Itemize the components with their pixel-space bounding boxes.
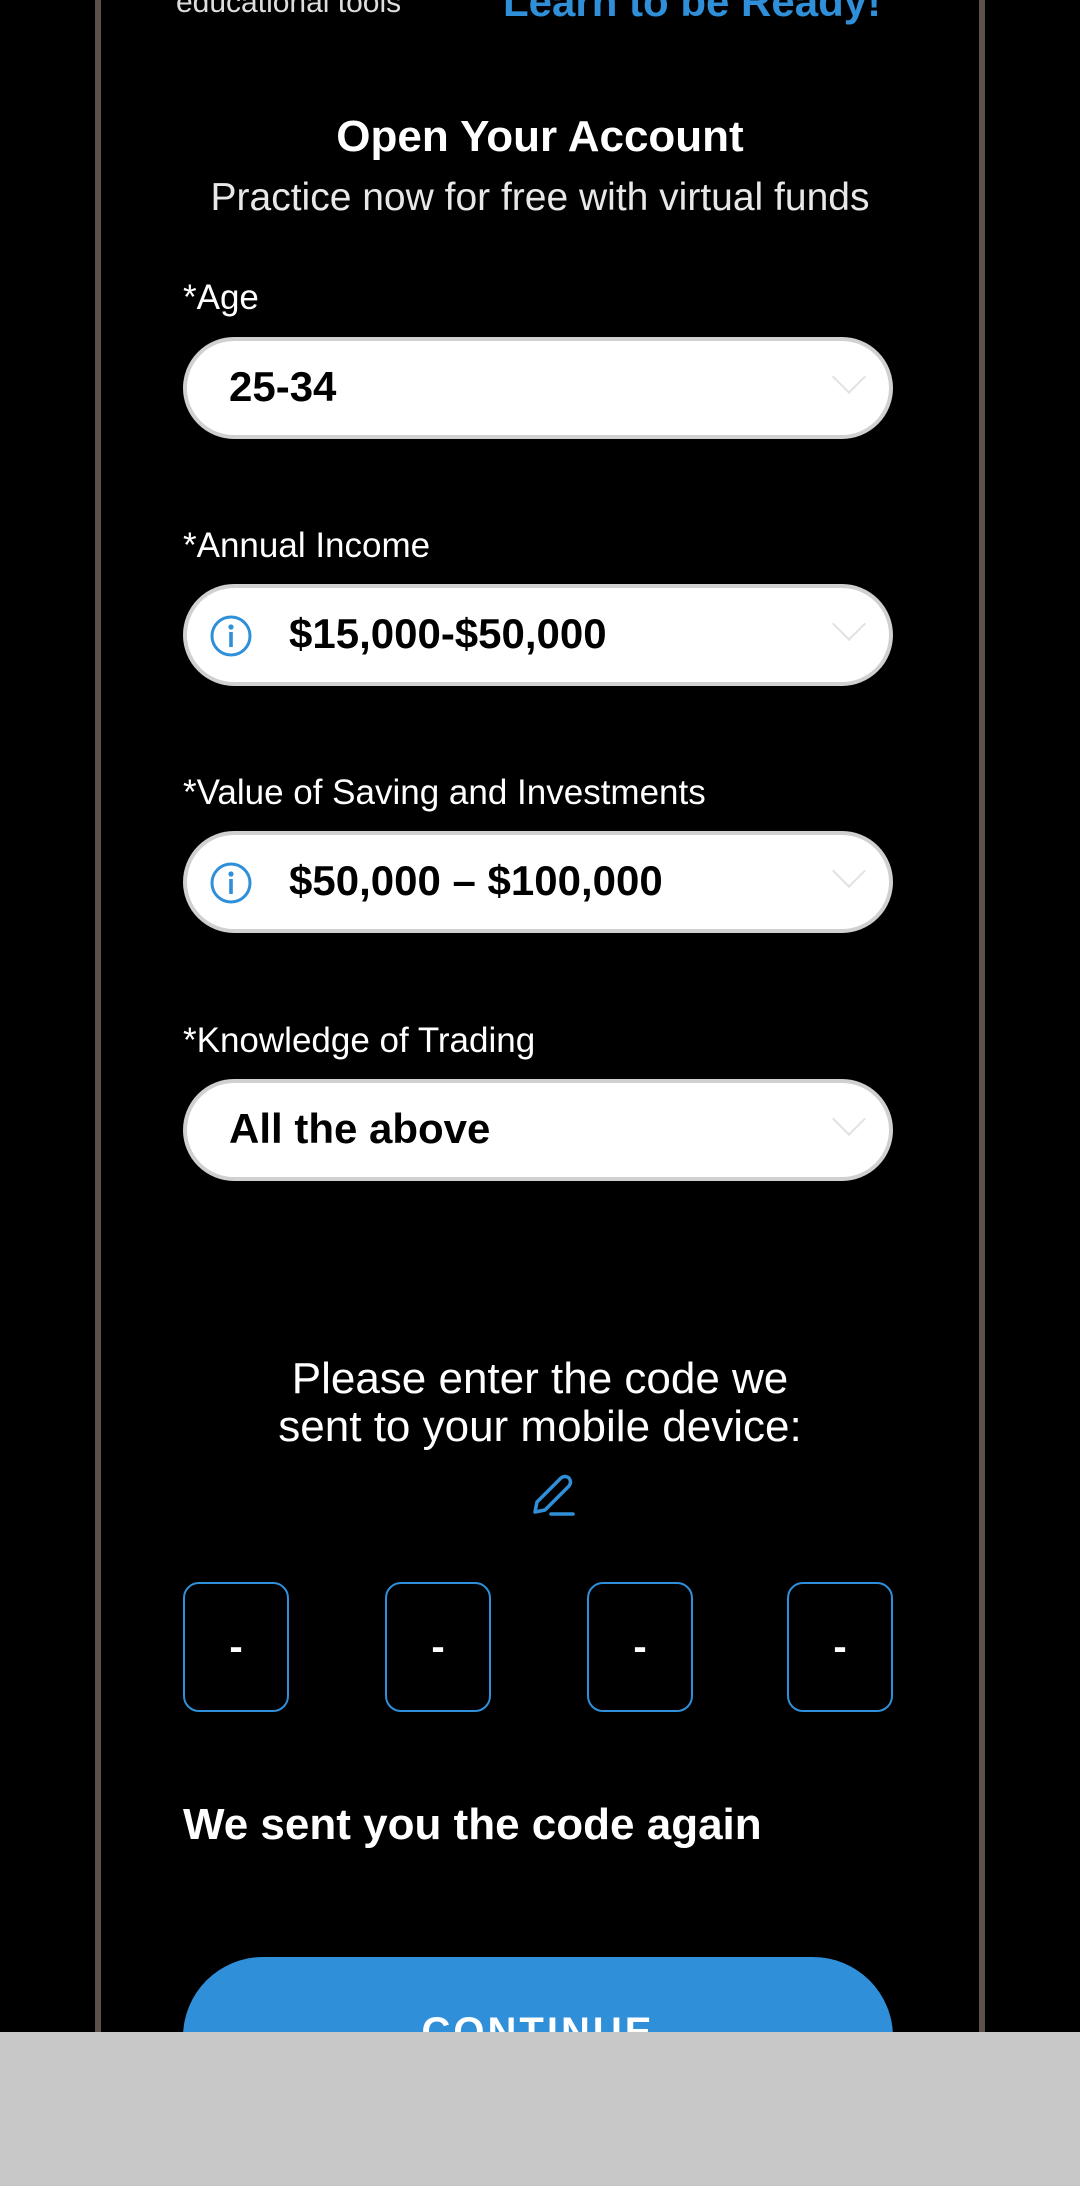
chevron-down-icon	[832, 1102, 866, 1136]
age-label: *Age	[183, 278, 259, 317]
phone-frame: educational tools Learn to be Ready! Ope…	[95, 0, 985, 2032]
top-banner: educational tools Learn to be Ready!	[101, 0, 979, 25]
continue-button[interactable]: CONTINUE	[183, 1957, 893, 2032]
savings-select[interactable]: $50,000 – $100,000	[183, 831, 893, 933]
resent-message: We sent you the code again	[183, 1800, 762, 1849]
age-value: 25-34	[229, 363, 337, 410]
chevron-down-icon	[832, 360, 866, 394]
chevron-down-icon	[832, 854, 866, 888]
edu-tools-text: educational tools	[176, 0, 402, 19]
code-digit-3[interactable]: -	[587, 1582, 693, 1712]
savings-value: $50,000 – $100,000	[289, 857, 663, 904]
bottom-overlay	[0, 2032, 1080, 2186]
learn-link[interactable]: Learn to be Ready!	[503, 0, 881, 26]
savings-label: *Value of Saving and Investments	[183, 773, 706, 812]
page-title: Open Your Account	[336, 112, 744, 161]
code-digit-2[interactable]: -	[385, 1582, 491, 1712]
pencil-icon[interactable]	[525, 1468, 581, 1524]
code-digit-1[interactable]: -	[183, 1582, 289, 1712]
knowledge-label: *Knowledge of Trading	[183, 1021, 536, 1060]
code-digit-4[interactable]: -	[787, 1582, 893, 1712]
info-icon[interactable]	[209, 614, 253, 658]
annual-income-select[interactable]: $15,000-$50,000	[183, 584, 893, 686]
code-prompt: Please enter the code we sent to your mo…	[278, 1354, 802, 1451]
annual-income-label: *Annual Income	[183, 526, 431, 565]
annual-income-value: $15,000-$50,000	[289, 610, 607, 657]
page-subtitle: Practice now for free with virtual funds	[210, 176, 870, 219]
knowledge-value: All the above	[229, 1105, 491, 1152]
chevron-down-icon	[832, 607, 866, 641]
knowledge-select[interactable]: All the above	[183, 1079, 893, 1181]
info-icon[interactable]	[209, 861, 253, 905]
age-select[interactable]: 25-34	[183, 337, 893, 439]
